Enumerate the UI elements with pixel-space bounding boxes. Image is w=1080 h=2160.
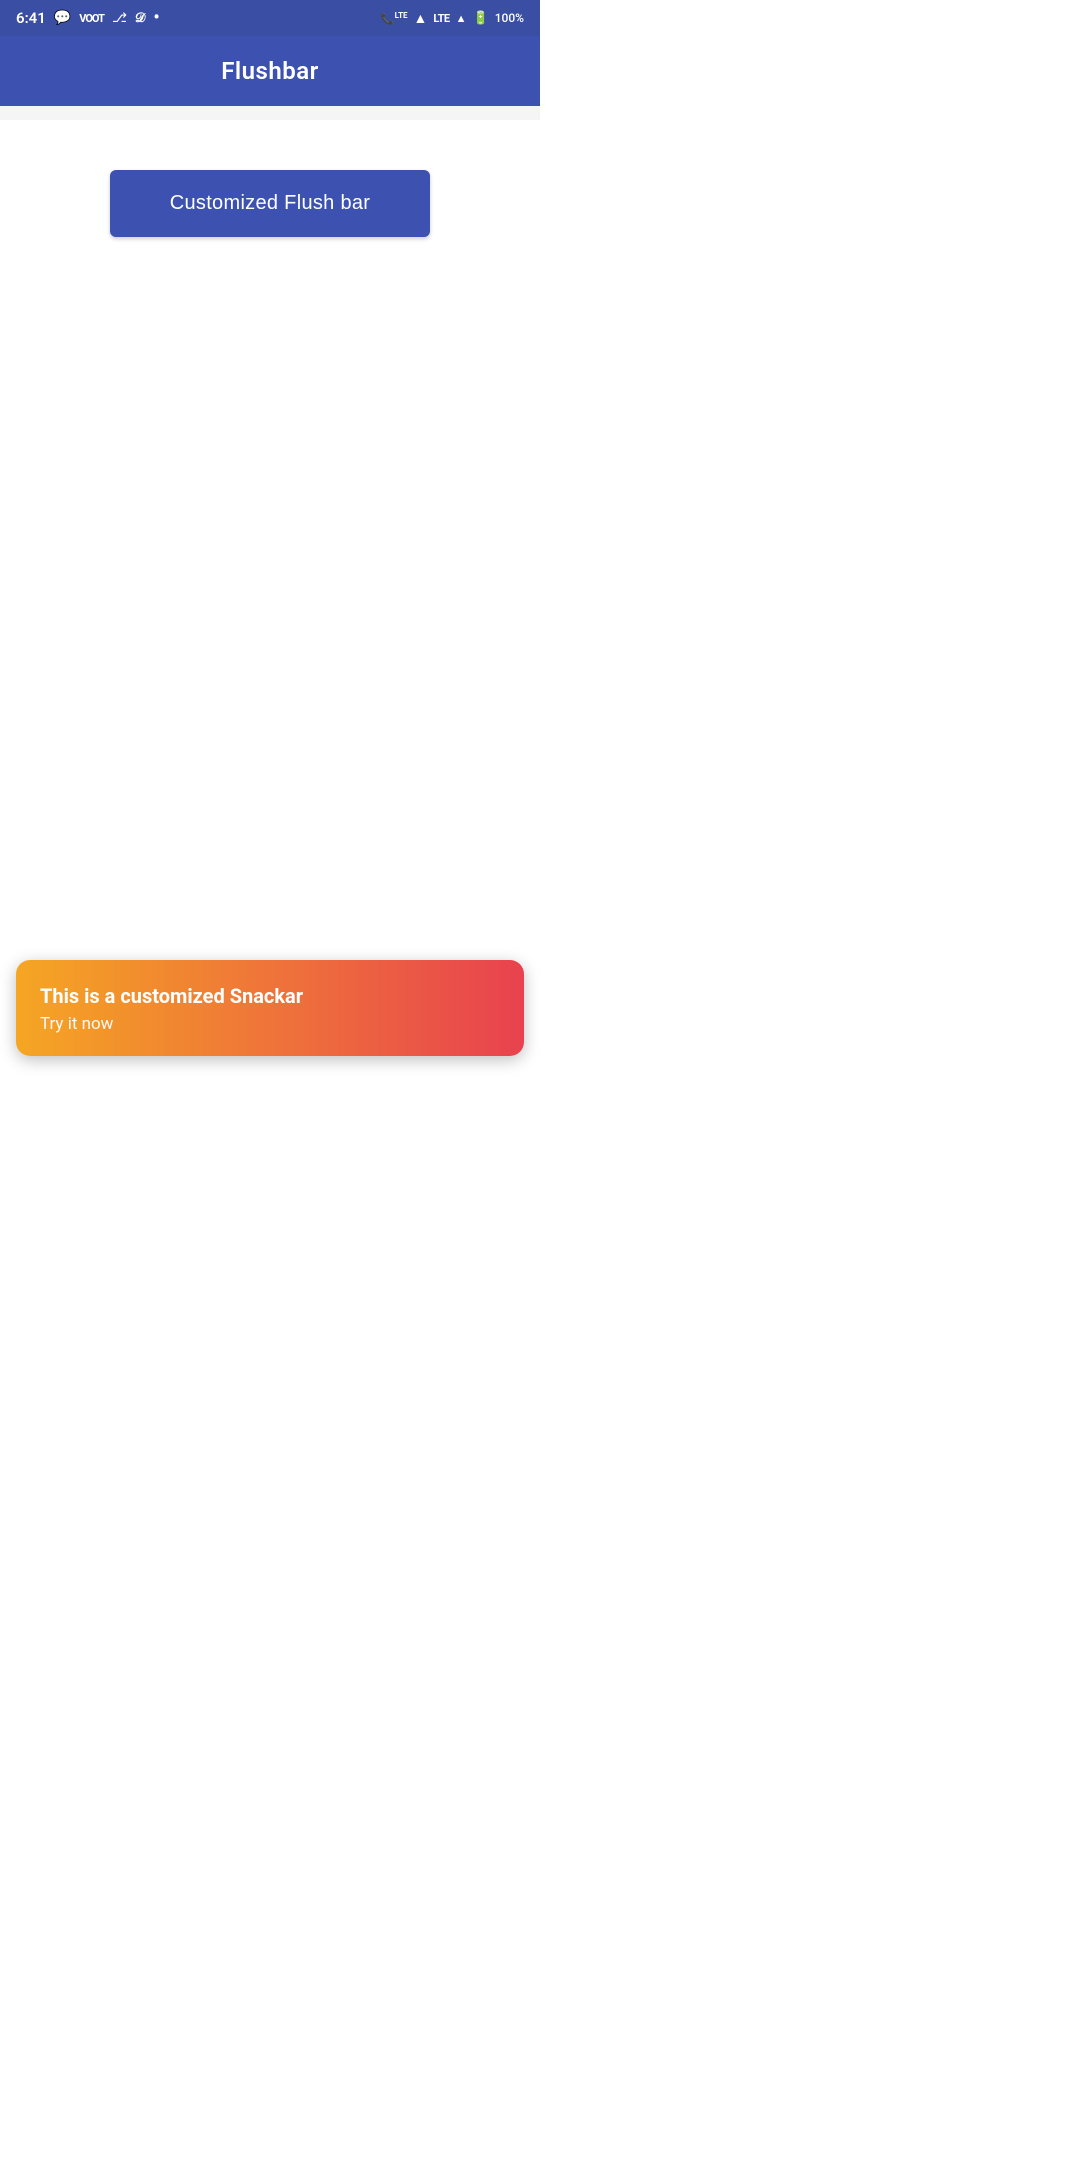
divider: [0, 106, 540, 120]
lte-label: LTE: [433, 12, 449, 25]
whatsapp-icon: 💬: [54, 10, 71, 26]
status-bar-right: 📞LTE ▲ LTE ▲ 🔋 100%: [381, 10, 524, 27]
status-bar: 6:41 💬 VOOT ⎇ 𝒟 • 📞LTE ▲ LTE ▲ 🔋 100%: [0, 0, 540, 36]
signal-icon: ▲: [456, 12, 467, 25]
usb-icon: ⎇: [112, 11, 127, 26]
disney-icon: 𝒟: [135, 11, 145, 26]
app-bar: Flushbar: [0, 36, 540, 106]
customized-flushbar-button[interactable]: Customized Flush bar: [110, 170, 431, 237]
app-bar-title: Flushbar: [221, 57, 319, 85]
status-time: 6:41: [16, 9, 46, 27]
battery-percent: 100%: [495, 11, 524, 25]
content-area: Customized Flush bar: [0, 120, 540, 970]
flushbar-title: This is a customized Snackar: [40, 984, 500, 1008]
flushbar-subtitle[interactable]: Try it now: [40, 1014, 500, 1034]
voot-icon: VOOT: [79, 12, 104, 25]
battery-icon: 🔋: [473, 11, 489, 26]
flushbar: This is a customized Snackar Try it now: [16, 960, 524, 1056]
status-bar-left: 6:41 💬 VOOT ⎇ 𝒟 •: [16, 9, 160, 27]
notification-dot: •: [153, 9, 159, 27]
phone-lte-icon: 📞LTE: [381, 11, 408, 26]
wifi-icon: ▲: [414, 10, 428, 27]
